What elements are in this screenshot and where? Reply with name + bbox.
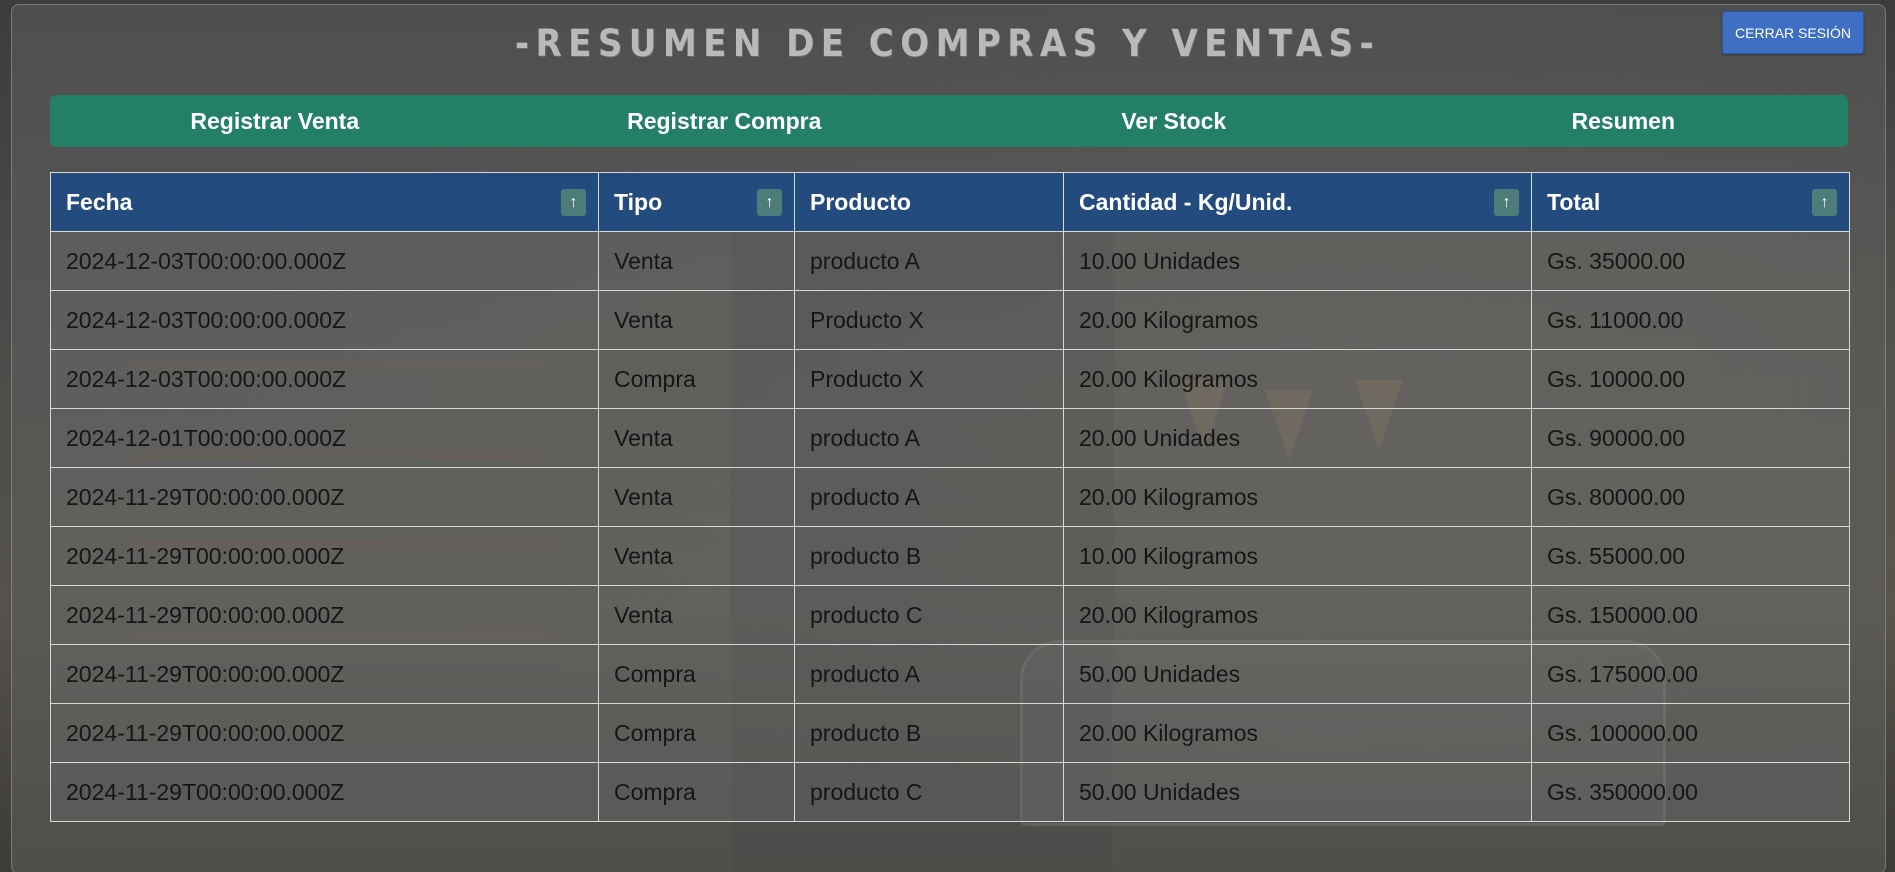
table-row: 2024-12-03T00:00:00.000Z Compra Producto… bbox=[50, 349, 1850, 409]
cell-cantidad: 50.00 Unidades bbox=[1063, 762, 1532, 822]
cell-tipo: Compra bbox=[598, 644, 795, 704]
summary-table: Fecha ↑ Tipo ↑ Producto Cantidad - Kg/Un… bbox=[50, 172, 1850, 822]
cell-tipo: Venta bbox=[598, 408, 795, 468]
cell-cantidad: 20.00 Kilogramos bbox=[1063, 290, 1532, 350]
nav-item-ver-stock[interactable]: Ver Stock bbox=[949, 95, 1399, 147]
sort-arrow-icon[interactable]: ↑ bbox=[1494, 189, 1519, 216]
table-header-row: Fecha ↑ Tipo ↑ Producto Cantidad - Kg/Un… bbox=[50, 172, 1850, 232]
cell-tipo: Compra bbox=[598, 703, 795, 763]
cell-tipo: Compra bbox=[598, 349, 795, 409]
column-header-total[interactable]: Total ↑ bbox=[1531, 172, 1850, 232]
cell-cantidad: 50.00 Unidades bbox=[1063, 644, 1532, 704]
cell-cantidad: 10.00 Unidades bbox=[1063, 231, 1532, 291]
cell-producto: producto A bbox=[794, 408, 1064, 468]
table-row: 2024-11-29T00:00:00.000Z Compra producto… bbox=[50, 644, 1850, 704]
cell-producto: producto A bbox=[794, 644, 1064, 704]
cell-fecha: 2024-11-29T00:00:00.000Z bbox=[50, 703, 599, 763]
cell-tipo: Venta bbox=[598, 526, 795, 586]
main-nav: Registrar Venta Registrar Compra Ver Sto… bbox=[50, 95, 1848, 147]
cell-cantidad: 20.00 Kilogramos bbox=[1063, 585, 1532, 645]
table-row: 2024-11-29T00:00:00.000Z Venta producto … bbox=[50, 467, 1850, 527]
cell-total: Gs. 90000.00 bbox=[1531, 408, 1850, 468]
cell-cantidad: 20.00 Kilogramos bbox=[1063, 703, 1532, 763]
nav-item-registrar-compra[interactable]: Registrar Compra bbox=[500, 95, 950, 147]
column-header-fecha[interactable]: Fecha ↑ bbox=[50, 172, 599, 232]
cell-cantidad: 10.00 Kilogramos bbox=[1063, 526, 1532, 586]
cell-producto: producto A bbox=[794, 467, 1064, 527]
cell-total: Gs. 175000.00 bbox=[1531, 644, 1850, 704]
column-header-label: Fecha bbox=[66, 188, 133, 215]
cell-fecha: 2024-12-01T00:00:00.000Z bbox=[50, 408, 599, 468]
cell-fecha: 2024-12-03T00:00:00.000Z bbox=[50, 231, 599, 291]
cell-total: Gs. 150000.00 bbox=[1531, 585, 1850, 645]
sort-arrow-icon[interactable]: ↑ bbox=[561, 189, 586, 216]
nav-item-registrar-venta[interactable]: Registrar Venta bbox=[50, 95, 500, 147]
column-header-tipo[interactable]: Tipo ↑ bbox=[598, 172, 795, 232]
sort-arrow-icon[interactable]: ↑ bbox=[757, 189, 782, 216]
cell-total: Gs. 35000.00 bbox=[1531, 231, 1850, 291]
column-header-label: Tipo bbox=[614, 188, 663, 215]
cell-producto: Producto X bbox=[794, 349, 1064, 409]
cell-total: Gs. 55000.00 bbox=[1531, 526, 1850, 586]
table-row: 2024-12-03T00:00:00.000Z Venta Producto … bbox=[50, 290, 1850, 350]
cell-total: Gs. 10000.00 bbox=[1531, 349, 1850, 409]
cell-fecha: 2024-11-29T00:00:00.000Z bbox=[50, 467, 599, 527]
cell-total: Gs. 350000.00 bbox=[1531, 762, 1850, 822]
cell-total: Gs. 100000.00 bbox=[1531, 703, 1850, 763]
table-row: 2024-11-29T00:00:00.000Z Venta producto … bbox=[50, 585, 1850, 645]
cell-fecha: 2024-11-29T00:00:00.000Z bbox=[50, 526, 599, 586]
column-header-producto: Producto bbox=[794, 172, 1064, 232]
table-row: 2024-11-29T00:00:00.000Z Venta producto … bbox=[50, 526, 1850, 586]
table-row: 2024-11-29T00:00:00.000Z Compra producto… bbox=[50, 703, 1850, 763]
table-row: 2024-12-03T00:00:00.000Z Venta producto … bbox=[50, 231, 1850, 291]
cell-producto: producto B bbox=[794, 703, 1064, 763]
page-title: -RESUMEN DE COMPRAS Y VENTAS- bbox=[514, 22, 1381, 65]
sort-arrow-icon[interactable]: ↑ bbox=[1812, 189, 1837, 216]
cell-tipo: Venta bbox=[598, 467, 795, 527]
cell-total: Gs. 11000.00 bbox=[1531, 290, 1850, 350]
cell-tipo: Venta bbox=[598, 290, 795, 350]
column-header-label: Producto bbox=[810, 188, 911, 215]
table-row: 2024-11-29T00:00:00.000Z Compra producto… bbox=[50, 762, 1850, 822]
nav-item-resumen[interactable]: Resumen bbox=[1399, 95, 1849, 147]
cell-fecha: 2024-11-29T00:00:00.000Z bbox=[50, 585, 599, 645]
cell-tipo: Venta bbox=[598, 585, 795, 645]
cell-tipo: Compra bbox=[598, 762, 795, 822]
cell-fecha: 2024-12-03T00:00:00.000Z bbox=[50, 349, 599, 409]
cell-producto: Producto X bbox=[794, 290, 1064, 350]
cell-total: Gs. 80000.00 bbox=[1531, 467, 1850, 527]
cell-cantidad: 20.00 Unidades bbox=[1063, 408, 1532, 468]
table-row: 2024-12-01T00:00:00.000Z Venta producto … bbox=[50, 408, 1850, 468]
cell-fecha: 2024-11-29T00:00:00.000Z bbox=[50, 762, 599, 822]
logout-button[interactable]: CERRAR SESIÓN bbox=[1722, 11, 1864, 54]
cell-producto: producto A bbox=[794, 231, 1064, 291]
cell-producto: producto B bbox=[794, 526, 1064, 586]
cell-producto: producto C bbox=[794, 585, 1064, 645]
cell-producto: producto C bbox=[794, 762, 1064, 822]
cell-fecha: 2024-12-03T00:00:00.000Z bbox=[50, 290, 599, 350]
cell-cantidad: 20.00 Kilogramos bbox=[1063, 349, 1532, 409]
cell-fecha: 2024-11-29T00:00:00.000Z bbox=[50, 644, 599, 704]
column-header-cantidad[interactable]: Cantidad - Kg/Unid. ↑ bbox=[1063, 172, 1532, 232]
cell-cantidad: 20.00 Kilogramos bbox=[1063, 467, 1532, 527]
cell-tipo: Venta bbox=[598, 231, 795, 291]
column-header-label: Cantidad - Kg/Unid. bbox=[1079, 188, 1293, 215]
column-header-label: Total bbox=[1547, 188, 1601, 215]
